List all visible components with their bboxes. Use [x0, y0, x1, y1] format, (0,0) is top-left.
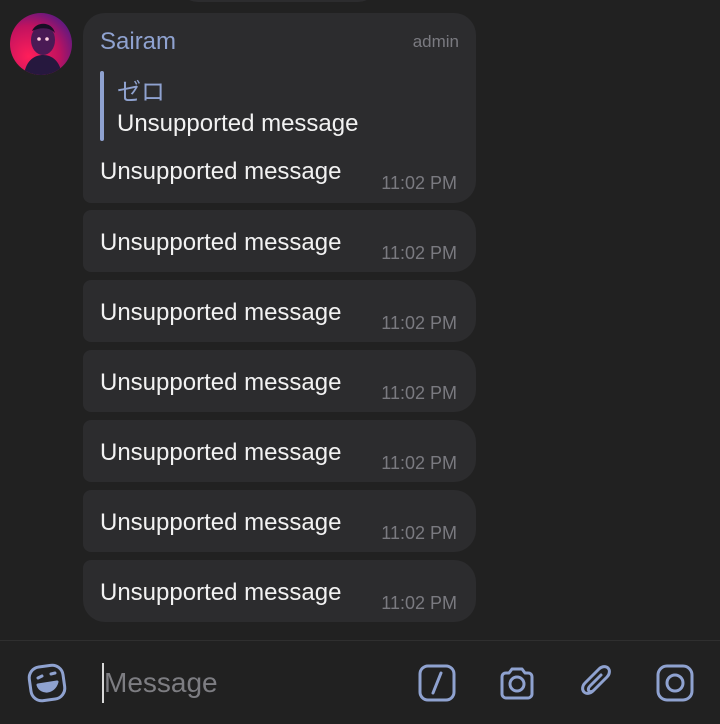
message-bubble[interactable]: Unsupported message 11:02 PM — [83, 350, 476, 412]
reply-text: Unsupported message — [117, 110, 359, 137]
message-composer — [0, 640, 720, 724]
message-bubble[interactable]: Unsupported message 11:02 PM — [83, 420, 476, 482]
message-bubble[interactable]: Unsupported message 11:02 PM — [83, 490, 476, 552]
message-bubble[interactable]: Unsupported message 11:02 PM — [83, 210, 476, 272]
message-time: 11:02 PM — [381, 593, 457, 613]
sender-name[interactable]: Sairam — [100, 28, 176, 56]
emoji-icon[interactable] — [27, 663, 67, 703]
message-bubble-with-reply[interactable]: Sairam admin ゼロ Unsupported message Unsu… — [83, 13, 476, 203]
message-text: Unsupported message — [100, 509, 342, 536]
message-time: 11:02 PM — [381, 383, 457, 403]
admin-badge: admin — [412, 32, 459, 51]
reply-author: ゼロ — [117, 79, 165, 106]
message-input[interactable] — [104, 661, 384, 705]
reply-accent-bar — [100, 71, 104, 141]
attach-icon[interactable] — [577, 663, 617, 703]
message-time: 11:02 PM — [381, 523, 457, 543]
message-time: 11:02 PM — [381, 313, 457, 333]
message-bubble[interactable]: Unsupported message 11:02 PM — [83, 560, 476, 622]
message-text: Unsupported message — [100, 579, 342, 606]
message-time: 11:02 PM — [381, 173, 457, 193]
message-bubble[interactable]: Unsupported message 11:02 PM — [83, 280, 476, 342]
message-time: 11:02 PM — [381, 243, 457, 263]
chat-history[interactable]: Sairam admin ゼロ Unsupported message Unsu… — [0, 0, 720, 640]
message-text: Unsupported message — [100, 299, 342, 326]
message-text: Unsupported message — [100, 229, 342, 256]
message-text: Unsupported message — [100, 158, 342, 185]
message-text: Unsupported message — [100, 439, 342, 466]
slash-command-icon[interactable] — [417, 663, 457, 703]
message-text: Unsupported message — [100, 369, 342, 396]
instagram-icon[interactable] — [655, 663, 695, 703]
avatar[interactable] — [10, 13, 72, 75]
message-time: 11:02 PM — [381, 453, 457, 473]
reply-quote[interactable]: ゼロ Unsupported message — [100, 71, 430, 141]
camera-icon[interactable] — [497, 663, 537, 703]
previous-message-bubble — [178, 0, 378, 2]
